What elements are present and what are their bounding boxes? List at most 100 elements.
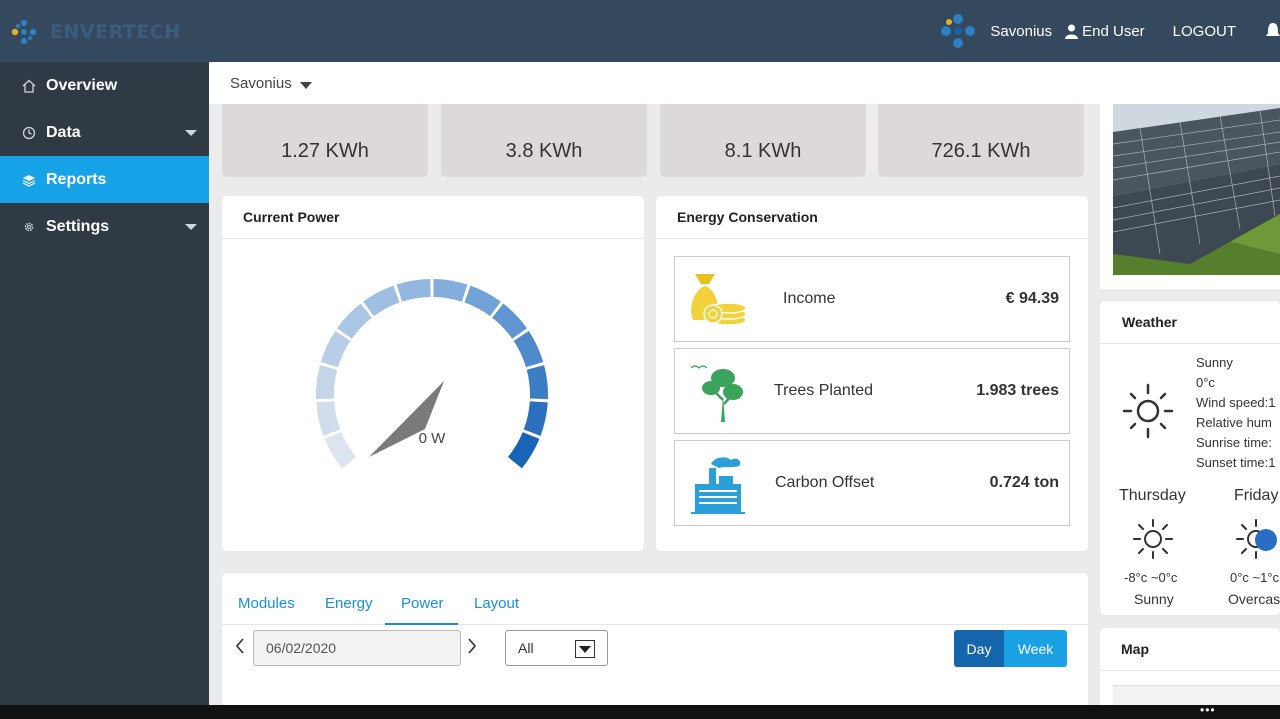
weather-sunrise: Sunrise time: bbox=[1196, 435, 1272, 450]
sidebar-item-reports[interactable]: Reports bbox=[0, 156, 209, 203]
weather-sunset: Sunset time:1 bbox=[1196, 455, 1276, 470]
kpi-tile: 3.8 KWh bbox=[441, 104, 647, 177]
gauge-segment bbox=[513, 330, 544, 368]
cloudy-icon bbox=[1236, 519, 1277, 559]
sidebar-item-label: Data bbox=[46, 123, 81, 141]
bottom-bar bbox=[0, 705, 1280, 719]
prev-date-button[interactable] bbox=[235, 637, 245, 660]
plant-logo-icon bbox=[941, 14, 976, 48]
current-power-card: Current Power 0 W bbox=[222, 196, 644, 551]
income-label: Income bbox=[783, 290, 836, 307]
header-user[interactable]: End User bbox=[1064, 23, 1145, 40]
dropdown-arrow-icon bbox=[575, 640, 595, 658]
weather-condition: Sunny bbox=[1196, 355, 1233, 370]
forecast-condition: Sunny bbox=[1134, 591, 1174, 607]
brand-logo-icon bbox=[11, 19, 37, 45]
kpi-value: 726.1 KWh bbox=[931, 140, 1031, 162]
power-gauge: 0 W bbox=[316, 279, 548, 469]
gauge-segment bbox=[316, 365, 338, 400]
trees-value: 1.983 trees bbox=[976, 382, 1059, 399]
card-title: Map bbox=[1100, 628, 1280, 671]
gauge-segment bbox=[464, 285, 501, 317]
user-role: End User bbox=[1082, 22, 1145, 40]
weather-card: Weather Sunny 0°c Wind speed:1 Relative … bbox=[1100, 301, 1280, 615]
header-user-area: Savonius End User LOGOUT bbox=[938, 0, 1280, 62]
forecast-day: Friday bbox=[1234, 487, 1279, 504]
map-view[interactable] bbox=[1113, 685, 1280, 705]
tab-layout[interactable]: Layout bbox=[474, 595, 519, 612]
filter-select[interactable]: All bbox=[505, 630, 608, 666]
kpi-tile: 726.1 KWh bbox=[878, 104, 1084, 177]
solar-panel-photo bbox=[1100, 104, 1280, 289]
gauge-segment bbox=[363, 285, 400, 317]
carbon-value: 0.724 ton bbox=[989, 474, 1059, 491]
income-row: Income € 94.39 bbox=[674, 256, 1070, 342]
gauge-value: 0 W bbox=[419, 430, 447, 447]
gauge-segment bbox=[337, 303, 372, 339]
report-tabs: Modules Energy Power Layout bbox=[222, 573, 1088, 625]
forecast-temp: -8°c ~0°c bbox=[1124, 570, 1178, 585]
tab-power[interactable]: Power bbox=[401, 595, 444, 612]
header-plant-name[interactable]: Savonius bbox=[990, 23, 1052, 40]
card-title: Energy Conservation bbox=[656, 196, 1088, 239]
plant-selector-value: Savonius bbox=[230, 75, 292, 92]
forecast-temp: 0°c ~1°c bbox=[1230, 570, 1280, 585]
sidebar-item-overview[interactable]: Overview bbox=[0, 62, 209, 109]
sun-icon bbox=[1122, 383, 1174, 439]
sidebar-item-label: Reports bbox=[46, 170, 107, 188]
factory-icon bbox=[691, 457, 745, 514]
tree-icon bbox=[690, 365, 743, 422]
sun-icon bbox=[1133, 519, 1173, 559]
sidebar-item-data[interactable]: Data bbox=[0, 109, 209, 156]
active-tab-indicator bbox=[385, 623, 458, 625]
sidebar-item-label: Settings bbox=[46, 217, 110, 235]
plant-selector[interactable]: Savonius bbox=[230, 75, 312, 92]
sidebar-item-settings[interactable]: Settings bbox=[0, 203, 209, 250]
gauge-segment bbox=[492, 303, 527, 339]
logout-button[interactable]: LOGOUT bbox=[1173, 23, 1236, 40]
gauge-segment bbox=[523, 401, 548, 436]
clock-icon bbox=[20, 126, 38, 140]
forecast-day: Thursday bbox=[1119, 487, 1186, 504]
gauge-segment bbox=[396, 279, 431, 302]
card-title: Weather bbox=[1100, 301, 1280, 344]
kpi-value: 3.8 KWh bbox=[505, 140, 583, 162]
brand-logo[interactable]: ENVERTECH bbox=[10, 18, 181, 46]
gauge-segment bbox=[433, 279, 468, 302]
kpi-tile: 8.1 KWh bbox=[660, 104, 866, 177]
gauge-segment bbox=[320, 330, 351, 368]
weather-wind: Wind speed:1 bbox=[1196, 395, 1276, 410]
weather-temperature: 0°c bbox=[1196, 375, 1215, 390]
caret-down-icon bbox=[299, 81, 312, 89]
plant-photo-card bbox=[1100, 104, 1280, 289]
sub-header: Savonius bbox=[209, 62, 1280, 104]
energy-conservation-card: Energy Conservation Income € 94.39 Trees… bbox=[656, 196, 1088, 551]
gauge-segment bbox=[316, 401, 341, 436]
week-button[interactable]: Week bbox=[1004, 630, 1067, 667]
money-bag-icon bbox=[691, 274, 747, 326]
tab-energy[interactable]: Energy bbox=[325, 595, 373, 612]
filter-select-value: All bbox=[518, 640, 534, 656]
sidebar-item-label: Overview bbox=[46, 76, 118, 94]
kpi-value: 1.27 KWh bbox=[281, 140, 369, 162]
user-icon bbox=[1065, 24, 1079, 39]
day-button[interactable]: Day bbox=[954, 630, 1004, 667]
home-icon bbox=[20, 79, 38, 93]
forecast-condition: Overcas bbox=[1228, 591, 1280, 607]
gauge-segment bbox=[526, 365, 548, 400]
chevron-left-icon bbox=[235, 638, 244, 654]
brand-name: ENVERTECH bbox=[50, 21, 181, 43]
trees-row: Trees Planted 1.983 trees bbox=[674, 348, 1070, 434]
chevron-down-icon bbox=[185, 130, 197, 136]
bell-icon[interactable] bbox=[1266, 21, 1280, 41]
date-input[interactable]: 06/02/2020 bbox=[253, 630, 461, 666]
more-icon[interactable]: ••• bbox=[1200, 703, 1216, 717]
carbon-row: Carbon Offset 0.724 ton bbox=[674, 440, 1070, 526]
next-date-button[interactable] bbox=[467, 637, 477, 660]
kpi-value: 8.1 KWh bbox=[724, 140, 802, 162]
gauge-segment bbox=[507, 432, 540, 469]
weather-humidity: Relative hum bbox=[1196, 415, 1272, 430]
tab-modules[interactable]: Modules bbox=[238, 595, 295, 612]
gauge-segment bbox=[324, 432, 357, 469]
chevron-down-icon bbox=[185, 224, 197, 230]
